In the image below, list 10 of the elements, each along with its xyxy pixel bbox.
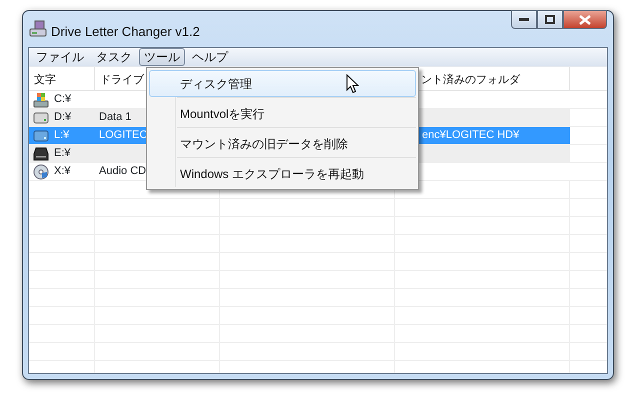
table-cell-text: enc¥LOGITEC HD¥ — [422, 128, 520, 144]
table-cell-text: C:¥ — [54, 92, 72, 108]
table-cell-text: L:¥ — [54, 128, 70, 144]
table-cell-text: Data 1 — [99, 110, 132, 126]
table-cell-text: D:¥ — [54, 110, 72, 126]
window-title: Drive Letter Changer v1.2 — [51, 23, 200, 41]
table-cell-text: E:¥ — [54, 146, 71, 162]
table-cell-text: LOGITEC — [99, 128, 148, 144]
table-cell-text: X:¥ — [54, 164, 71, 180]
table-cell-text: Audio CD — [99, 164, 146, 180]
